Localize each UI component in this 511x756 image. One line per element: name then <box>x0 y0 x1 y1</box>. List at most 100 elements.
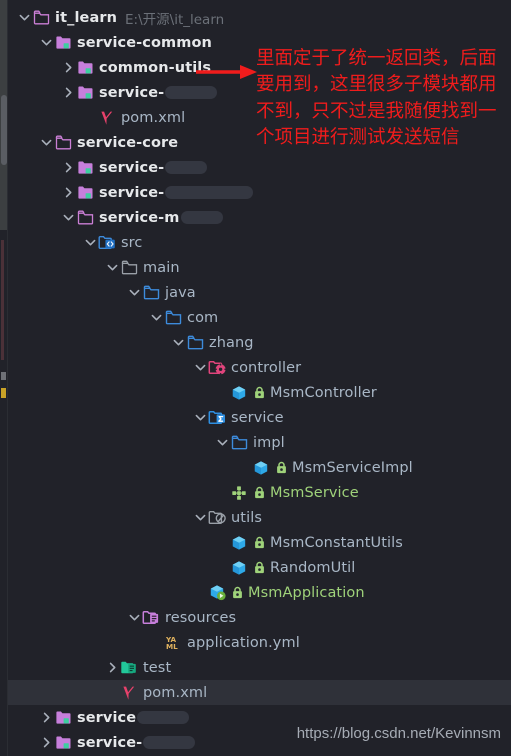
gutter-marker-yellow <box>1 388 6 398</box>
folder-maven-module-icon <box>76 84 94 102</box>
chevron-right-icon[interactable] <box>38 735 54 751</box>
tree-row[interactable]: java <box>8 280 511 305</box>
tree-row[interactable]: it_learn E:\开源\it_learn <box>8 5 511 30</box>
tree-row-label: main <box>143 259 180 276</box>
watermark-url: https://blog.csdn.net/Kevinnsm <box>296 725 501 742</box>
tree-row-label: common-utils <box>99 59 212 76</box>
red-annotation-text: 里面定于了统一返回类，后面要用到，这里很多子模块都用不到，只不过是我随便找到一个… <box>256 48 497 149</box>
tree-row-label: MsmConstantUtils <box>270 534 403 551</box>
chevron-down-icon[interactable] <box>214 435 230 451</box>
tree-row-label: java <box>165 284 196 301</box>
chevron-down-icon[interactable] <box>126 285 142 301</box>
scrollbar-thumb[interactable] <box>1 95 7 165</box>
tree-row[interactable]: controller <box>8 355 511 380</box>
chevron-down-icon[interactable] <box>170 335 186 351</box>
chevron-down-icon[interactable] <box>192 410 208 426</box>
tree-row[interactable]: resources <box>8 605 511 630</box>
tree-row-label: application.yml <box>187 634 300 651</box>
tree-row-label: service- <box>99 84 165 101</box>
indent-spacer <box>8 317 148 318</box>
tree-row-label: MsmService <box>270 484 359 501</box>
lock-green-icon <box>275 460 288 476</box>
tree-row[interactable]: MsmConstantUtils <box>8 530 511 555</box>
indent-spacer <box>8 167 60 168</box>
svg-text:ML: ML <box>166 642 178 651</box>
redacted-text-blob <box>165 161 208 174</box>
tree-row[interactable]: pom.xml <box>8 680 511 705</box>
indent-spacer <box>8 642 148 643</box>
tree-row[interactable]: main <box>8 255 511 280</box>
tree-row[interactable]: MsmService <box>8 480 511 505</box>
tree-row[interactable]: impl <box>8 430 511 455</box>
indent-spacer <box>8 392 214 393</box>
indent-spacer <box>8 342 170 343</box>
folder-source-blue-icon <box>186 334 204 352</box>
tree-row-label: service- <box>99 184 165 201</box>
folder-source-code-icon <box>98 234 116 252</box>
tree-row-path: E:\开源\it_learn <box>125 11 225 28</box>
tree-row[interactable]: service- <box>8 155 511 180</box>
folder-module-outline-pink-icon <box>76 209 94 227</box>
tree-row-label: service-common <box>77 34 212 51</box>
folder-source-blue-icon <box>142 284 160 302</box>
indent-spacer <box>8 742 38 743</box>
tree-row[interactable]: src <box>8 230 511 255</box>
indent-spacer <box>8 217 60 218</box>
chevron-right-icon[interactable] <box>104 660 120 676</box>
tree-row[interactable]: MsmApplication <box>8 580 511 605</box>
indent-spacer <box>8 442 214 443</box>
chevron-right-icon[interactable] <box>60 160 76 176</box>
indent-spacer <box>8 667 104 668</box>
tree-row[interactable]: service-m <box>8 205 511 230</box>
tree-row-label: zhang <box>209 334 254 351</box>
chevron-down-icon[interactable] <box>38 35 54 51</box>
tree-row[interactable]: MsmServiceImpl <box>8 455 511 480</box>
tree-row[interactable]: RandomUtil <box>8 555 511 580</box>
chevron-down-icon[interactable] <box>82 235 98 251</box>
indent-spacer <box>8 592 192 593</box>
tree-row[interactable]: service <box>8 405 511 430</box>
indent-spacer <box>8 292 126 293</box>
folder-source-blue-icon <box>164 309 182 327</box>
indent-spacer <box>8 417 192 418</box>
folder-resources-purple-icon <box>142 609 160 627</box>
tree-row[interactable]: MsmController <box>8 380 511 405</box>
tree-row[interactable]: YA ML application.yml <box>8 630 511 655</box>
red-pointer-arrow <box>196 65 257 79</box>
lock-green-icon <box>253 385 266 401</box>
tree-row[interactable]: test <box>8 655 511 680</box>
chevron-down-icon[interactable] <box>126 610 142 626</box>
chevron-right-icon[interactable] <box>60 60 76 76</box>
tree-row-label: MsmController <box>270 384 377 401</box>
tree-row-label: RandomUtil <box>270 559 356 576</box>
folder-source-blue-icon <box>230 434 248 452</box>
chevron-right-icon[interactable] <box>38 710 54 726</box>
chevron-down-icon[interactable] <box>60 210 76 226</box>
chevron-down-icon[interactable] <box>192 510 208 526</box>
chevron-right-icon[interactable] <box>60 185 76 201</box>
tree-row[interactable]: utils <box>8 505 511 530</box>
chevron-down-icon[interactable] <box>38 135 54 151</box>
tree-row-label: impl <box>253 434 285 451</box>
chevron-down-icon[interactable] <box>192 360 208 376</box>
folder-maven-module-icon <box>54 734 72 752</box>
chevron-right-icon[interactable] <box>60 85 76 101</box>
tree-row-label: pom.xml <box>143 684 208 701</box>
folder-maven-module-icon <box>54 709 72 727</box>
tree-row[interactable]: com <box>8 305 511 330</box>
tree-row[interactable]: zhang <box>8 330 511 355</box>
redacted-text-blob <box>165 86 218 99</box>
tree-row-label: MsmApplication <box>248 584 365 601</box>
tree-row[interactable]: service- <box>8 180 511 205</box>
gutter-marker-gray <box>1 372 6 380</box>
tree-row-label: service- <box>77 734 143 751</box>
indent-spacer <box>8 517 192 518</box>
java-class-icon <box>230 384 248 402</box>
chevron-down-icon[interactable] <box>148 310 164 326</box>
lock-green-icon <box>253 485 266 501</box>
chevron-down-icon[interactable] <box>104 260 120 276</box>
tree-row-label: it_learn <box>55 9 118 26</box>
tree-row-label: resources <box>165 609 237 626</box>
chevron-down-icon[interactable] <box>16 10 32 26</box>
tree-row-label: pom.xml <box>121 109 186 126</box>
